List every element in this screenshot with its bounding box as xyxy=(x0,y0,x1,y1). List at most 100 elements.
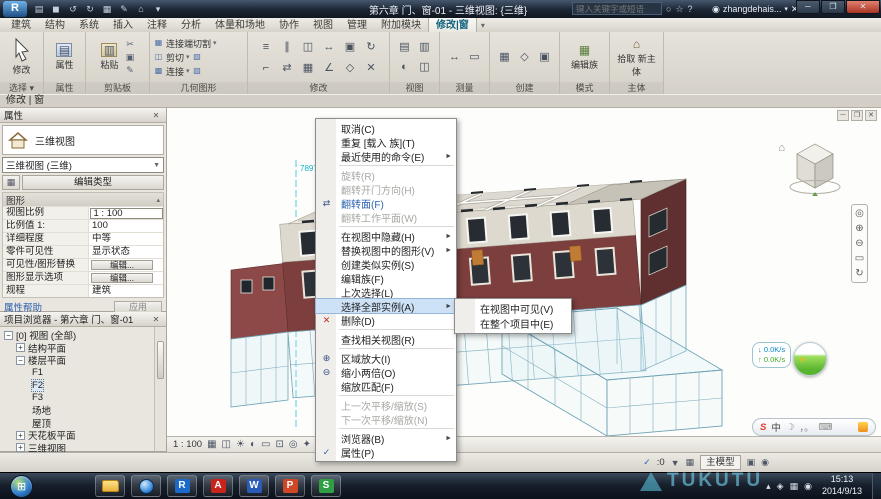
visual-style-icon[interactable]: ◫ xyxy=(222,439,231,450)
tray-security-icon[interactable]: ◈ xyxy=(777,481,784,492)
trim-tool-icon[interactable]: ⌐ xyxy=(256,58,276,78)
geometry-extra-icon[interactable]: ▧ xyxy=(192,52,203,62)
zoom-out-icon[interactable]: ⊖ xyxy=(855,238,863,249)
application-menu-button[interactable]: R xyxy=(3,1,27,17)
explorer-taskbar-button[interactable] xyxy=(95,475,125,497)
menu-item-last-selection[interactable]: 上次选择(L) xyxy=(316,285,456,299)
menu-item-browsers[interactable]: 浏览器(B)► xyxy=(316,431,456,445)
powerpoint-taskbar-button[interactable]: P xyxy=(275,475,305,497)
menu-item-zoom-to-fit[interactable]: 缩放匹配(F) xyxy=(316,379,456,393)
sogou-taskbar-button[interactable]: S xyxy=(311,475,341,497)
properties-button[interactable]: ▤ 属性 xyxy=(53,42,75,72)
redo-icon[interactable]: ↻ xyxy=(83,3,97,16)
shadows-icon[interactable]: ◐ xyxy=(250,439,256,450)
save-icon[interactable]: ◼ xyxy=(49,3,63,16)
view-minimize-icon[interactable]: ─ xyxy=(837,110,849,121)
menu-item-recent-commands[interactable]: 最近使用的命令(E)► xyxy=(316,149,456,163)
select-underlay-icon[interactable]: ▦ xyxy=(686,457,695,468)
ime-skin-icon[interactable] xyxy=(858,422,868,432)
revit-taskbar-button[interactable]: R xyxy=(167,475,197,497)
signed-in-user[interactable]: ◉ zhangdehais... ▾ ✕ xyxy=(712,4,798,15)
help-icon[interactable]: ? xyxy=(688,4,693,15)
measure-line-icon[interactable]: ↔ xyxy=(446,48,464,66)
tray-expand-icon[interactable]: ▴ xyxy=(766,481,771,492)
menu-item-zoom-out[interactable]: ⊖缩小两倍(O) xyxy=(316,365,456,379)
tree-item-f2[interactable]: F2 xyxy=(2,379,166,392)
print-icon[interactable]: ▦ xyxy=(100,3,114,16)
rotate-tool-icon[interactable]: ↻ xyxy=(361,37,381,57)
tree-item-site[interactable]: 场地 xyxy=(2,404,166,417)
menu-item-create-similar[interactable]: 创建类似实例(S) xyxy=(316,257,456,271)
zoom-in-icon[interactable]: ⊕ xyxy=(855,223,863,234)
ribbon-state-dropdown-icon[interactable]: ▾ xyxy=(477,19,489,32)
menu-item-hide-in-view[interactable]: 在视图中隐藏(H)► xyxy=(316,229,456,243)
design-option-box[interactable]: 主模型 xyxy=(700,455,741,470)
type-selector-dropdown[interactable]: 三维视图 (三维) ▼ xyxy=(2,157,164,173)
show-desktop-button[interactable] xyxy=(872,473,881,499)
tree-item-structural-plans[interactable]: + 结构平面 xyxy=(2,342,166,355)
open-icon[interactable]: ▤ xyxy=(32,3,46,16)
menu-item-flip-face[interactable]: ⇄翻转面(F) xyxy=(316,196,456,210)
close-button[interactable]: ✕ xyxy=(846,0,880,14)
hidden-lines-icon[interactable]: ▥ xyxy=(416,38,434,56)
view-close-icon[interactable]: ✕ xyxy=(865,110,877,121)
favorites-star-icon[interactable]: ☆ xyxy=(675,4,683,15)
align-tool-icon[interactable]: ≡ xyxy=(256,37,276,57)
create-similar-icon[interactable]: ◇ xyxy=(516,48,534,66)
match-type-icon[interactable]: ✎ xyxy=(124,64,137,76)
reveal-hidden-icon[interactable]: ✦ xyxy=(303,439,311,450)
paste-button[interactable]: ▥ 粘贴 xyxy=(98,42,120,72)
split-tool-icon[interactable]: ⇄ xyxy=(277,58,297,78)
ime-chinese-mode[interactable]: 中 xyxy=(771,420,781,434)
browser-scrollbar[interactable] xyxy=(154,327,166,451)
submenu-item-visible-in-view[interactable]: 在视图中可见(V) xyxy=(455,301,571,316)
create-group-icon[interactable]: ▦ xyxy=(496,48,514,66)
acceleration-ball[interactable]: ☀ xyxy=(793,342,827,376)
acrobat-taskbar-button[interactable]: A xyxy=(203,475,233,497)
tree-item-roof[interactable]: 屋顶 xyxy=(2,417,166,430)
orbit-icon[interactable]: ↻ xyxy=(855,268,863,279)
search-input[interactable] xyxy=(572,2,662,15)
collapse-icon[interactable]: − xyxy=(16,356,25,365)
submenu-item-in-entire-project[interactable]: 在整个项目中(E) xyxy=(455,316,571,331)
menu-item-edit-family[interactable]: 编辑族(F) xyxy=(316,271,456,285)
viewcube[interactable] xyxy=(787,138,843,199)
steering-wheel-icon[interactable]: ◎ xyxy=(855,208,864,219)
ime-keyboard-icon[interactable]: ⌨ xyxy=(819,422,833,433)
worksets-icon[interactable]: ▣ xyxy=(747,457,756,468)
copy-icon[interactable]: ▣ xyxy=(124,51,137,63)
array-tool-icon[interactable]: ▦ xyxy=(298,58,318,78)
move-tool-icon[interactable]: ↔ xyxy=(319,37,339,57)
tree-item-views[interactable]: − [0] 视图 (全部) xyxy=(2,329,166,342)
join-end-cut-button[interactable]: ▦ 连接端切割▾ xyxy=(153,37,244,50)
tray-volume-icon[interactable]: ◉ xyxy=(804,481,812,492)
crop-view-icon[interactable]: ▭ xyxy=(261,439,270,450)
pin-tool-icon[interactable]: ◇ xyxy=(340,58,360,78)
tree-item-ceiling-plans[interactable]: + 天花板平面 xyxy=(2,429,166,442)
scrollbar-thumb[interactable] xyxy=(157,341,164,379)
view-restore-icon[interactable]: ❐ xyxy=(851,110,863,121)
sun-path-icon[interactable]: ☀ xyxy=(236,439,245,450)
undo-icon[interactable]: ↺ xyxy=(66,3,80,16)
menu-item-repeat[interactable]: 重复 [载入 族](T) xyxy=(316,135,456,149)
edit-type-button[interactable]: 编辑类型 xyxy=(22,175,164,190)
expand-icon[interactable]: + xyxy=(16,431,25,440)
panel-label-select[interactable]: 选择 ▾ xyxy=(0,82,43,94)
scale-tool-icon[interactable]: ∠ xyxy=(319,58,339,78)
cut-profile-icon[interactable]: ◐ xyxy=(396,58,414,76)
geometry-extra2-icon[interactable]: ▨ xyxy=(192,66,203,76)
expand-icon[interactable]: + xyxy=(16,343,25,352)
exclude-options-icon[interactable]: ◉ xyxy=(761,457,769,468)
home-view-icon[interactable]: ⌂ xyxy=(134,3,148,16)
menu-item-properties[interactable]: ✓属性(P) xyxy=(316,445,456,459)
ime-fullwidth-icon[interactable]: ☽ xyxy=(786,422,795,433)
delete-tool-icon[interactable]: ✕ xyxy=(361,58,381,78)
properties-header[interactable]: 属性 ✕ xyxy=(0,108,166,123)
offset-tool-icon[interactable]: ∥ xyxy=(277,37,297,57)
modify-button[interactable]: 修改 xyxy=(10,37,34,77)
group-header-graphics[interactable]: 图形 ▴ xyxy=(3,193,163,206)
join-geometry-button[interactable]: ▩ 连接▾ ▨ xyxy=(153,65,244,78)
qat-dropdown-icon[interactable]: ▾ xyxy=(151,3,165,16)
pick-new-host-button[interactable]: ⌂ 拾取 新主体 xyxy=(613,36,661,79)
ime-punctuation[interactable]: ，。 xyxy=(799,420,813,434)
